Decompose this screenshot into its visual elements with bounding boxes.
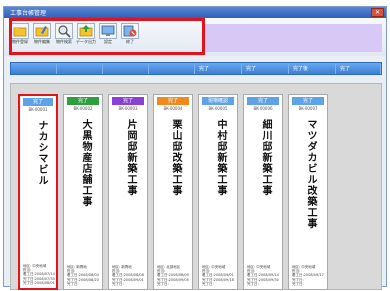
project-card[interactable]: 完了 BK-00006 細川邸新築工事 地区: 中央地域 担当: 着工日:200… [243, 94, 283, 290]
project-id: BK-00004 [163, 106, 183, 111]
project-id: BK-00002 [73, 106, 93, 111]
tab-3[interactable] [103, 64, 149, 74]
header-panel [204, 24, 382, 52]
project-card[interactable]: 完了 BK-00003 片岡邸新築工事 地区: 新興地 担当: 着工日:2008… [108, 94, 148, 290]
project-info: 地区: 北部地区 担当: 着工日:2008/08/09 完了日:2008/09/… [157, 264, 189, 286]
project-name: 細川邸新築工事 [260, 119, 271, 196]
project-name: 大黒物産店舗工事 [80, 119, 91, 207]
status-badge: 完了 [157, 97, 189, 105]
project-info: 地区: 新興地 担当: 着工日:2008/08/08 完了日:2008/09/0… [112, 264, 144, 286]
project-name: 片岡邸新築工事 [125, 119, 136, 196]
tab-2[interactable] [57, 64, 103, 74]
project-name: マツダカビル改築工事 [305, 119, 316, 229]
status-tab-row: 完了 完了 完了後 完了 [10, 62, 382, 75]
status-badge: 現場確認 [202, 97, 234, 105]
project-board: 完了 BK-00001 ナカシマビル 地区: 中央地域 担当: 着工日:2008… [10, 83, 382, 290]
project-id: BK-00005 [208, 106, 228, 111]
tab-4[interactable] [149, 64, 195, 74]
tab-8[interactable]: 完了 [336, 64, 381, 74]
tab-6[interactable]: 完了 [242, 64, 289, 74]
status-badge: 完了 [112, 97, 144, 105]
status-badge: 完了 [67, 97, 99, 105]
project-card[interactable]: 完了 BK-00001 ナカシマビル 地区: 中央地域 担当: 着工日:2008… [18, 94, 58, 290]
project-id: BK-00006 [253, 106, 273, 111]
title-bar: 工事台帳管理 ✕ [4, 7, 386, 18]
project-card[interactable]: 現場確認 BK-00005 中村邸新築工事 地区: 中央地域 担当: 着工日:2… [198, 94, 238, 290]
tab-7[interactable]: 完了後 [289, 64, 336, 74]
tab-5[interactable]: 完了 [195, 64, 242, 74]
project-id: BK-00001 [28, 107, 48, 112]
project-name: 栗山邸改築工事 [170, 119, 181, 196]
project-info: 地区: 新興地 担当: 着工日:2008/08/04 完了日:2008/08/2… [67, 264, 99, 286]
project-info: 地区: 中央地域 担当: 着工日:2008/09/17 完了日: 完了日: [292, 264, 324, 286]
toolbar-highlight [9, 18, 205, 55]
project-card[interactable]: 完了 BK-00007 マツダカビル改築工事 地区: 中央地域 担当: 着工日:… [288, 94, 328, 290]
project-info: 地区: 中央地域 担当: 着工日:2008/09/14 完了日:2008/09/… [247, 264, 279, 286]
project-name: ナカシマビル [36, 120, 47, 186]
project-card[interactable]: 完了 BK-00004 栗山邸改築工事 地区: 北部地区 担当: 着工日:200… [153, 94, 193, 290]
project-id: BK-00003 [118, 106, 138, 111]
window-title: 工事台帳管理 [10, 10, 47, 17]
project-info: 地区: 中央地域 担当: 着工日:2008/09/01 完了日:2008/09/… [202, 264, 234, 286]
project-card[interactable]: 完了 BK-00002 大黒物産店舗工事 地区: 新興地 担当: 着工日:200… [63, 94, 103, 290]
app-window: 工事台帳管理 ✕ 物件登録 物件編集 物件検索 データ出力 設定 終了 完了 完… [3, 6, 387, 290]
close-button[interactable]: ✕ [371, 8, 384, 17]
tab-1[interactable] [11, 64, 57, 74]
project-id: BK-00007 [298, 106, 318, 111]
status-badge: 完了 [247, 97, 279, 105]
status-badge: 完了 [292, 97, 324, 105]
status-badge: 完了 [23, 98, 53, 106]
project-name: 中村邸新築工事 [215, 119, 226, 196]
project-info: 地区: 中央地域 担当: 着工日:2008/07/14 完了日:2008/07/… [23, 263, 55, 285]
